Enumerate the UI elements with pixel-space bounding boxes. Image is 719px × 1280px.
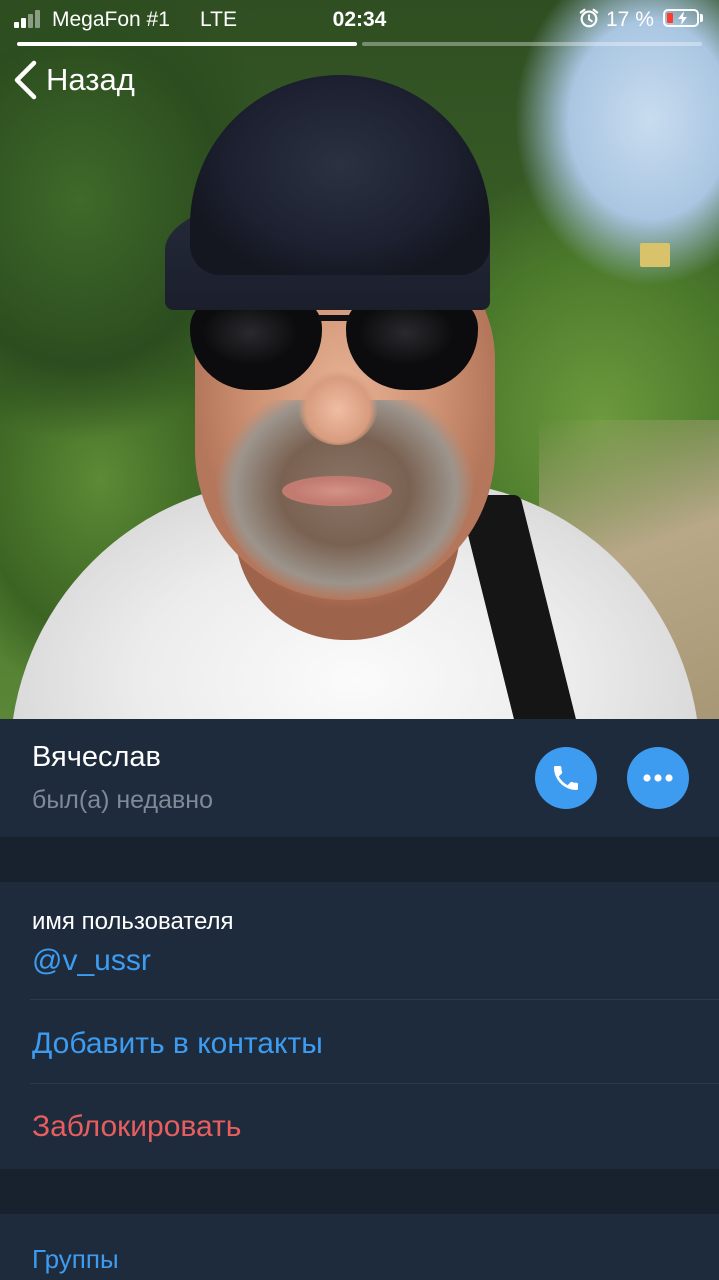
- phone-icon: [554, 766, 578, 790]
- groups-section: Группы: [0, 1214, 719, 1280]
- photo-cap: [190, 75, 490, 275]
- groups-link[interactable]: Группы: [32, 1244, 119, 1275]
- photo-nose: [298, 365, 378, 445]
- back-button[interactable]: Назад: [12, 58, 135, 102]
- battery-icon: [663, 9, 699, 27]
- section-gap: [0, 1169, 719, 1214]
- more-options-button[interactable]: [627, 747, 689, 809]
- username-link[interactable]: @v_ussr: [32, 944, 151, 978]
- back-label: Назад: [46, 62, 135, 97]
- last-seen-status: был(а) недавно: [32, 786, 214, 814]
- alarm-icon: [579, 8, 599, 28]
- story-progress-active: [17, 42, 357, 46]
- more-icon: [643, 774, 673, 782]
- section-gap: [0, 838, 719, 882]
- photo-sign: [640, 243, 670, 267]
- add-contact-button[interactable]: Добавить в контакты: [32, 1027, 323, 1061]
- divider: [30, 999, 719, 1000]
- call-button[interactable]: [535, 747, 597, 809]
- status-bar: MegaFon #1 LTE 02:34 17 %: [0, 0, 719, 40]
- divider: [30, 1083, 719, 1084]
- story-progress-pending: [362, 42, 702, 46]
- photo-mouth: [282, 476, 392, 506]
- username-label: имя пользователя: [32, 908, 234, 935]
- profile-photo[interactable]: [0, 0, 719, 719]
- info-section: имя пользователя @v_ussr Добавить в конт…: [0, 882, 719, 1169]
- profile-name: Вячеслав: [32, 741, 161, 773]
- block-button[interactable]: Заблокировать: [32, 1110, 241, 1144]
- profile-header: Вячеслав был(а) недавно: [0, 719, 719, 838]
- photo-sunglasses-bridge: [318, 315, 350, 321]
- battery-percent: 17 %: [606, 8, 654, 31]
- chevron-left-icon: [14, 60, 37, 100]
